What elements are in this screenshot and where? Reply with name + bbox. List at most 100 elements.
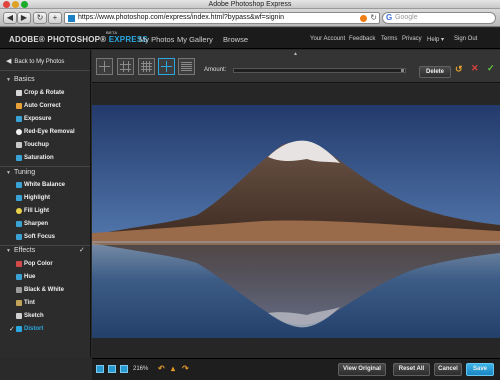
amount-label: Amount: <box>204 67 227 73</box>
search-input[interactable]: G Google <box>382 12 496 24</box>
amount-slider-knob[interactable] <box>401 69 404 72</box>
expand-triangle-icon: ▼ <box>6 77 11 83</box>
fit-view-icon[interactable] <box>96 365 104 373</box>
image-canvas[interactable] <box>92 84 500 358</box>
tool-label: Saturation <box>24 155 54 161</box>
tool-black-white[interactable]: Black & White <box>16 287 65 293</box>
tool-distort[interactable]: Distort <box>16 326 43 332</box>
tool-fill-light[interactable]: Fill Light <box>16 208 49 214</box>
delete-button[interactable]: Delete <box>419 66 451 78</box>
tool-label: Soft Focus <box>24 234 55 240</box>
edited-photo[interactable] <box>92 105 500 338</box>
tool-white-balance[interactable]: White Balance <box>16 182 66 188</box>
add-bookmark-button[interactable]: + <box>48 12 62 24</box>
save-button[interactable]: Save <box>466 363 494 376</box>
nav-my-photos[interactable]: My Photos <box>139 35 174 44</box>
tool-exposure[interactable]: Exposure <box>16 116 51 122</box>
reset-icon[interactable]: ↺ <box>455 64 463 75</box>
section-basics[interactable]: ▼ Basics <box>6 76 35 83</box>
forward-button[interactable]: ▶ <box>17 12 31 24</box>
tool-label: Hue <box>24 274 36 280</box>
distort-applied-check-icon: ✓ <box>9 326 15 333</box>
history-up-icon[interactable]: ▴ <box>171 364 175 373</box>
reset-all-button[interactable]: Reset All <box>393 363 430 376</box>
tool-saturation[interactable]: Saturation <box>16 155 54 161</box>
divider <box>0 245 90 246</box>
distort-icon <box>16 326 22 332</box>
undo-icon[interactable]: ↶ <box>158 364 165 373</box>
distort-grid-4x4-button[interactable] <box>138 58 155 75</box>
zoom-level: 216% <box>133 366 149 372</box>
tool-label: Crop & Rotate <box>24 90 65 96</box>
tool-red-eye-removal[interactable]: Red-Eye Removal <box>16 129 75 135</box>
tool-soft-focus[interactable]: Soft Focus <box>16 234 55 240</box>
link-terms[interactable]: Terms <box>381 36 397 42</box>
search-placeholder: Google <box>395 14 418 21</box>
tool-label: Tint <box>24 300 35 306</box>
amount-slider[interactable] <box>233 68 406 73</box>
reload-icon[interactable]: ↻ <box>370 13 377 22</box>
expand-triangle-icon: ▼ <box>6 170 11 176</box>
tool-sharpen[interactable]: Sharpen <box>16 221 48 227</box>
link-feedback[interactable]: Feedback <box>349 36 375 42</box>
section-title: Tuning <box>13 169 36 176</box>
logo-text: ADOBE® PHOTOSHOP® <box>9 35 107 44</box>
tool-hue[interactable]: Hue <box>16 274 36 280</box>
tool-label: Touchup <box>24 142 49 148</box>
link-your-account[interactable]: Your Account <box>310 36 345 42</box>
distort-grid-3x3-button[interactable] <box>117 58 134 75</box>
tool-sidebar: ◀ Back to My Photos ▼ Basics Crop & Rotate… <box>0 50 91 358</box>
rss-icon[interactable] <box>360 15 367 22</box>
tool-pop-color[interactable]: Pop Color <box>16 261 53 267</box>
reload-button[interactable]: ↻ <box>33 12 47 24</box>
apply-check-icon[interactable]: ✓ <box>487 63 495 74</box>
tool-sketch[interactable]: Sketch <box>16 313 44 319</box>
pop-color-icon <box>16 261 22 267</box>
link-sign-out[interactable]: Sign Out <box>454 36 477 42</box>
expand-triangle-icon: ▼ <box>6 248 11 254</box>
editor-footer: 216% ↶ ▴ ↷ View Original Reset All Cance… <box>92 358 500 380</box>
cancel-x-icon[interactable]: ✕ <box>471 63 479 74</box>
tool-auto-correct[interactable]: Auto Correct <box>16 103 61 109</box>
soft-focus-icon <box>16 234 22 240</box>
browser-toolbar: ◀ ▶ ↻ + https://www.photoshop.com/expres… <box>0 9 500 27</box>
back-arrow-icon: ◀ <box>6 58 12 65</box>
fill-light-bulb-icon <box>16 208 22 214</box>
touchup-hand-icon <box>16 142 22 148</box>
section-tuning[interactable]: ▼ Tuning <box>6 169 35 176</box>
distort-grid-2x2-button[interactable] <box>96 58 113 75</box>
link-help[interactable]: Help ▾ <box>427 36 444 43</box>
nav-my-gallery[interactable]: My Gallery <box>177 35 213 44</box>
tool-label: Fill Light <box>24 208 49 214</box>
section-effects[interactable]: ▼ Effects <box>6 247 35 254</box>
tool-label: Red-Eye Removal <box>24 129 75 135</box>
tool-label: White Balance <box>24 182 66 188</box>
zoom-icon[interactable] <box>120 365 128 373</box>
crop-icon <box>16 90 22 96</box>
nav-browse[interactable]: Browse <box>223 35 248 44</box>
tool-touchup[interactable]: Touchup <box>16 142 49 148</box>
tool-label: Pop Color <box>24 261 53 267</box>
distort-grid-selected-button[interactable] <box>158 58 175 75</box>
distort-grid-lines-button[interactable] <box>178 58 195 75</box>
back-button[interactable]: ◀ <box>3 12 17 24</box>
collapse-toolbar-icon[interactable]: ▲ <box>293 51 298 57</box>
section-title: Effects <box>13 247 36 254</box>
redo-icon[interactable]: ↷ <box>182 364 189 373</box>
sharpen-icon <box>16 221 22 227</box>
address-bar[interactable]: https://www.photoshop.com/express/index.… <box>64 12 380 24</box>
cancel-button[interactable]: Cancel <box>434 363 462 376</box>
link-privacy[interactable]: Privacy <box>402 36 422 42</box>
tool-highlight[interactable]: Highlight <box>16 195 50 201</box>
view-original-button[interactable]: View Original <box>338 363 386 376</box>
tool-crop-rotate[interactable]: Crop & Rotate <box>16 90 65 96</box>
window-title: Adobe Photoshop Express <box>208 1 292 8</box>
app-logo: ADOBE® PHOTOSHOP® EXPRESS BETA <box>9 30 148 44</box>
tool-tint[interactable]: Tint <box>16 300 35 306</box>
back-to-photos-link[interactable]: ◀ Back to My Photos <box>6 57 64 65</box>
site-favicon-icon <box>68 15 75 22</box>
actual-size-icon[interactable] <box>108 365 116 373</box>
tool-label: Black & White <box>24 287 65 293</box>
app-header: ADOBE® PHOTOSHOP® EXPRESS BETA My Photos… <box>0 28 500 49</box>
divider <box>0 166 90 167</box>
